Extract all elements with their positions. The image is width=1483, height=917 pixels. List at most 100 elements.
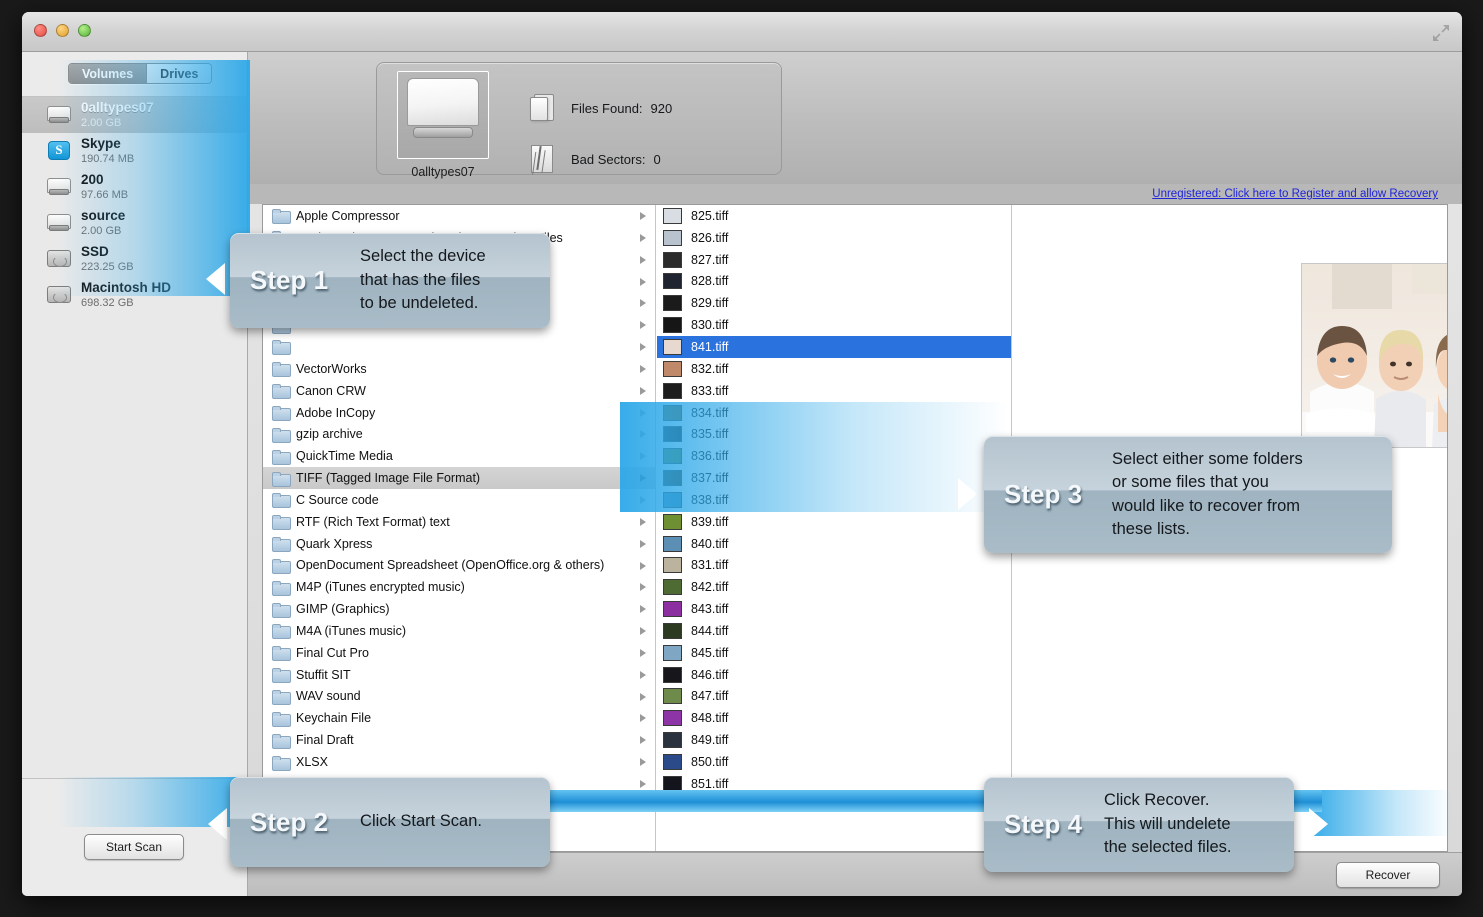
file-type-row[interactable]: RTF (Rich Text Format) text xyxy=(263,511,655,533)
file-row[interactable]: 844.tiff xyxy=(657,620,1011,642)
file-type-row[interactable]: M4P (iTunes encrypted music) xyxy=(263,576,655,598)
file-type-row[interactable]: Stuffit SIT xyxy=(263,664,655,686)
disclosure-triangle-icon[interactable] xyxy=(640,474,646,483)
disclosure-triangle-icon[interactable] xyxy=(640,583,646,592)
folder-icon xyxy=(272,558,291,574)
file-row[interactable]: 850.tiff xyxy=(657,751,1011,773)
file-type-row[interactable]: XLSX xyxy=(263,751,655,773)
disclosure-triangle-icon[interactable] xyxy=(640,255,646,264)
drive-icon xyxy=(46,105,72,125)
file-row[interactable]: 847.tiff xyxy=(657,686,1011,708)
disclosure-triangle-icon[interactable] xyxy=(640,430,646,439)
file-row[interactable]: 842.tiff xyxy=(657,576,1011,598)
sidebar: Volumes Drives 0alltypes072.00 GBSkype19… xyxy=(22,52,248,896)
disclosure-triangle-icon[interactable] xyxy=(640,517,646,526)
disclosure-triangle-icon[interactable] xyxy=(640,452,646,461)
file-type-row[interactable]: QuickTime Media xyxy=(263,445,655,467)
file-row[interactable]: 841.tiff xyxy=(657,336,1011,358)
file-row[interactable]: 828.tiff xyxy=(657,271,1011,293)
file-type-row[interactable]: Keychain File xyxy=(263,707,655,729)
disclosure-triangle-icon[interactable] xyxy=(640,605,646,614)
disclosure-triangle-icon[interactable] xyxy=(640,233,646,242)
disclosure-triangle-icon[interactable] xyxy=(640,299,646,308)
file-row[interactable]: 835.tiff xyxy=(657,423,1011,445)
file-type-row[interactable]: OpenDocument Spreadsheet (OpenOffice.org… xyxy=(263,555,655,577)
disclosure-triangle-icon[interactable] xyxy=(640,386,646,395)
maximize-window-button[interactable] xyxy=(78,24,91,37)
register-link[interactable]: Unregistered: Click here to Register and… xyxy=(1152,184,1438,204)
disclosure-triangle-icon[interactable] xyxy=(640,648,646,657)
file-type-row[interactable]: WAV sound xyxy=(263,686,655,708)
file-row[interactable]: 846.tiff xyxy=(657,664,1011,686)
file-row[interactable]: 834.tiff xyxy=(657,402,1011,424)
file-row[interactable]: 840.tiff xyxy=(657,533,1011,555)
file-type-row[interactable]: C Source code xyxy=(263,489,655,511)
drive-item-2[interactable]: 200 97.66 MB xyxy=(22,169,247,205)
disclosure-triangle-icon[interactable] xyxy=(640,343,646,352)
file-type-row[interactable]: Adobe InCopy xyxy=(263,402,655,424)
disclosure-triangle-icon[interactable] xyxy=(640,212,646,220)
disclosure-triangle-icon[interactable] xyxy=(640,495,646,504)
file-type-row[interactable]: Apple Compressor xyxy=(263,205,655,227)
file-type-row[interactable]: VectorWorks xyxy=(263,358,655,380)
file-row[interactable]: 833.tiff xyxy=(657,380,1011,402)
selected-drive-well[interactable]: 0alltypes07 xyxy=(397,71,489,179)
drive-size: 2.00 GB xyxy=(81,116,122,129)
file-type-row[interactable]: Final Draft xyxy=(263,729,655,751)
file-type-row[interactable]: Final Cut Pro xyxy=(263,642,655,664)
file-type-row[interactable]: Canon CRW xyxy=(263,380,655,402)
drive-list[interactable]: 0alltypes072.00 GBSkype190.74 MB20097.66… xyxy=(22,96,247,779)
file-type-row[interactable]: Quark Xpress xyxy=(263,533,655,555)
disclosure-triangle-icon[interactable] xyxy=(640,758,646,767)
file-thumbnail xyxy=(663,579,682,596)
file-row[interactable]: 830.tiff xyxy=(657,314,1011,336)
file-type-row[interactable]: GIMP (Graphics) xyxy=(263,598,655,620)
file-type-row[interactable]: gzip archive xyxy=(263,423,655,445)
file-row[interactable]: 851.tiff xyxy=(657,773,1011,795)
file-row[interactable]: 826.tiff xyxy=(657,227,1011,249)
file-row[interactable]: 827.tiff xyxy=(657,249,1011,271)
file-type-row[interactable] xyxy=(263,336,655,358)
drive-item-1[interactable]: Skype190.74 MB xyxy=(22,133,247,169)
file-row[interactable]: 831.tiff xyxy=(657,555,1011,577)
file-row[interactable]: 829.tiff xyxy=(657,292,1011,314)
tab-volumes[interactable]: Volumes xyxy=(69,64,148,83)
start-scan-button[interactable]: Start Scan xyxy=(84,834,184,860)
disclosure-triangle-icon[interactable] xyxy=(640,408,646,417)
recovered-file-list[interactable]: 825.tiff 826.tiff 827.tiff 828.tiff 829.tiff… xyxy=(657,205,1012,851)
file-type-row[interactable]: TIFF (Tagged Image File Format) xyxy=(263,467,655,489)
file-row[interactable]: 839.tiff xyxy=(657,511,1011,533)
disclosure-triangle-icon[interactable] xyxy=(640,539,646,548)
file-type-label: Apple Compressor xyxy=(296,208,400,223)
disclosure-triangle-icon[interactable] xyxy=(640,321,646,330)
disclosure-triangle-icon[interactable] xyxy=(640,736,646,745)
drive-item-0[interactable]: 0alltypes07 2.00 GB xyxy=(22,97,247,133)
file-row[interactable]: 843.tiff xyxy=(657,598,1011,620)
disclosure-triangle-icon[interactable] xyxy=(640,561,646,570)
file-row[interactable]: 825.tiff xyxy=(657,205,1011,227)
close-window-button[interactable] xyxy=(34,24,47,37)
callout-step1-title: Step 1 xyxy=(250,265,329,295)
volumes-drives-segmented-control[interactable]: Volumes Drives xyxy=(68,63,213,84)
drive-item-3[interactable]: source 2.00 GB xyxy=(22,205,247,241)
disclosure-triangle-icon[interactable] xyxy=(640,714,646,723)
disclosure-triangle-icon[interactable] xyxy=(640,627,646,636)
disclosure-triangle-icon[interactable] xyxy=(640,692,646,701)
disclosure-triangle-icon[interactable] xyxy=(640,364,646,373)
file-type-row[interactable]: M4A (iTunes music) xyxy=(263,620,655,642)
disclosure-triangle-icon[interactable] xyxy=(640,779,646,788)
file-row[interactable]: 836.tiff xyxy=(657,445,1011,467)
disclosure-triangle-icon[interactable] xyxy=(640,277,646,286)
tab-drives[interactable]: Drives xyxy=(147,64,212,83)
minimize-window-button[interactable] xyxy=(56,24,69,37)
file-row[interactable]: 849.tiff xyxy=(657,729,1011,751)
file-row[interactable]: 845.tiff xyxy=(657,642,1011,664)
file-name: 834.tiff xyxy=(691,405,729,420)
callout-step2-title: Step 2 xyxy=(250,806,329,837)
disclosure-triangle-icon[interactable] xyxy=(640,670,646,679)
file-row[interactable]: 848.tiff xyxy=(657,707,1011,729)
file-name: 832.tiff xyxy=(691,361,729,376)
file-row[interactable]: 832.tiff xyxy=(657,358,1011,380)
recover-button[interactable]: Recover xyxy=(1336,862,1440,888)
fullscreen-icon[interactable] xyxy=(1430,22,1452,44)
